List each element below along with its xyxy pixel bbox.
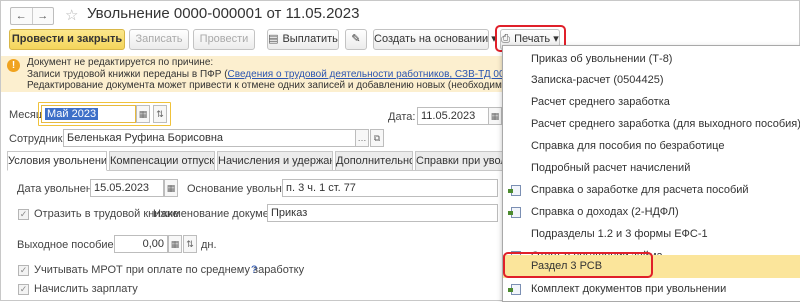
menu-item-average-earnings[interactable]: Расчет среднего заработка xyxy=(503,92,800,113)
warning-line-1: Документ не редактируется по причине: xyxy=(27,57,214,68)
paperclip-icon: ✎ xyxy=(351,33,361,45)
pay-icon: ▤ xyxy=(268,33,279,45)
dismissal-date-field[interactable]: 15.05.2023 xyxy=(90,179,164,197)
menu-item-average-earnings-severance[interactable]: Расчет среднего заработка (для выходного… xyxy=(503,114,800,135)
post-button[interactable]: Провести xyxy=(193,29,255,50)
menu-item-label: Справка для пособия по безработице xyxy=(531,140,725,152)
month-field-focus xyxy=(38,102,171,126)
calendar-icon[interactable]: ▦ xyxy=(164,179,178,197)
menu-item-label: Расчет среднего заработка xyxy=(531,96,670,108)
tab-bar: Условия увольнения Компенсации отпуска Н… xyxy=(7,151,505,171)
tab-conditions[interactable]: Условия увольнения xyxy=(7,151,107,171)
pay-label: Выплатить xyxy=(282,33,338,45)
rsv-section3-highlight xyxy=(503,252,653,278)
select-dots-icon[interactable]: … xyxy=(355,129,369,147)
menu-item-earnings-certificate[interactable]: Справка о заработке для расчета пособий xyxy=(503,180,800,201)
menu-item-label: Подразделы 1.2 и 3 формы ЕФС-1 xyxy=(531,228,708,240)
accrue-checkbox[interactable]: ✓ xyxy=(18,284,29,295)
warning-line-3: Редактирование документа может привести … xyxy=(27,80,546,91)
basis-field[interactable]: п. 3 ч. 1 ст. 77 xyxy=(282,179,498,197)
nav-buttons: ← → xyxy=(10,7,54,25)
warning-line-2: Записи трудовой книжки переданы в ПФР (С… xyxy=(27,69,541,80)
post-and-close-button[interactable]: Провести и закрыть xyxy=(9,29,125,50)
tab-vacation-compensation[interactable]: Компенсации отпуска xyxy=(109,151,215,171)
menu-item-label: Справка о заработке для расчета пособий xyxy=(531,184,749,196)
save-button[interactable]: Записать xyxy=(129,29,189,50)
favorite-star-icon[interactable]: ☆ xyxy=(65,6,78,24)
menu-item-label: Приказ об увольнении (Т-8) xyxy=(531,53,673,65)
title-bar: ← → ☆ Увольнение 0000-000001 от 11.05.20… xyxy=(1,1,800,29)
create-based-on-label: Создать на основании xyxy=(374,33,489,45)
docname-field[interactable]: Приказ xyxy=(267,204,498,222)
date-field[interactable]: 11.05.2023 xyxy=(417,107,489,125)
menu-item-dismissal-package[interactable]: Комплект документов при увольнении xyxy=(503,279,800,300)
employee-label: Сотрудник: xyxy=(9,133,66,145)
calendar-icon[interactable]: ▦ xyxy=(488,107,502,125)
menu-item-order-t8[interactable]: Приказ об увольнении (Т-8) xyxy=(503,49,800,70)
menu-item-label: Комплект документов при увольнении xyxy=(531,283,727,295)
warning-icon: ! xyxy=(7,59,20,72)
szv-td-link[interactable]: Сведения о трудовой деятельности работни… xyxy=(228,69,542,80)
attach-button[interactable]: ✎ xyxy=(345,29,367,50)
create-based-on-button[interactable]: Создать на основании ▾ xyxy=(373,29,497,50)
help-icon[interactable]: ? xyxy=(251,264,257,276)
menu-item-settlement-note[interactable]: Записка-расчет (0504425) xyxy=(503,70,800,91)
severance-unit: дн. xyxy=(201,239,217,251)
mrot-label: Учитывать МРОТ при оплате по среднему за… xyxy=(34,264,305,276)
employee-field[interactable]: Беленькая Руфина Борисовна xyxy=(63,129,356,147)
menu-item-unemployment-certificate[interactable]: Справка для пособия по безработице xyxy=(503,136,800,157)
menu-item-efs1[interactable]: Подразделы 1.2 и 3 формы ЕФС-1 xyxy=(503,224,800,245)
menu-item-label: Подробный расчет начислений xyxy=(531,162,691,174)
document-icon xyxy=(508,185,521,196)
menu-item-detailed-accruals[interactable]: Подробный расчет начислений xyxy=(503,158,800,179)
tab-additional[interactable]: Дополнительно xyxy=(335,151,413,171)
date-label: Дата: xyxy=(388,111,416,123)
window: ← → ☆ Увольнение 0000-000001 от 11.05.20… xyxy=(0,0,800,302)
mrot-checkbox[interactable]: ✓ xyxy=(18,265,29,276)
document-icon xyxy=(508,207,521,218)
severance-stepper[interactable]: ⇅ xyxy=(183,235,197,253)
tab-accruals-deductions[interactable]: Начисления и удержания xyxy=(217,151,333,171)
calculator-icon[interactable]: ▦ xyxy=(168,235,182,253)
back-button[interactable]: ← xyxy=(11,8,33,24)
pay-button[interactable]: ▤ Выплатить xyxy=(267,29,339,50)
warning-line-2-prefix: Записи трудовой книжки переданы в ПФР ( xyxy=(27,69,228,80)
documents-icon xyxy=(508,284,521,295)
accrue-label: Начислить зарплату xyxy=(34,283,138,295)
tab-certificates[interactable]: Справки при увольне xyxy=(415,151,505,171)
menu-item-label: Расчет среднего заработка (для выходного… xyxy=(531,118,800,130)
reflect-checkbox[interactable]: ✓ xyxy=(18,209,29,220)
menu-item-label: Справка о доходах (2-НДФЛ) xyxy=(531,206,679,218)
severance-field[interactable]: 0,00 xyxy=(114,235,168,253)
menu-item-label: Записка-расчет (0504425) xyxy=(531,74,664,86)
open-icon[interactable]: ⧉ xyxy=(370,129,384,147)
document-title: Увольнение 0000-000001 от 11.05.2023 xyxy=(87,5,360,22)
menu-item-2ndfl[interactable]: Справка о доходах (2-НДФЛ) xyxy=(503,202,800,223)
forward-button[interactable]: → xyxy=(33,8,54,24)
